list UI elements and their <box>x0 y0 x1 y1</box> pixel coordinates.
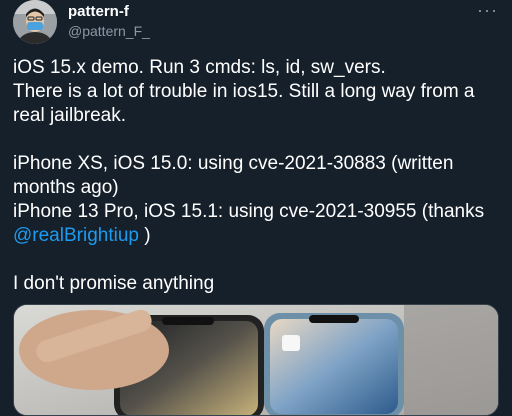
tweet-line: iPhone XS, iOS 15.0: using cve-2021-3088… <box>13 153 454 174</box>
avatar[interactable] <box>13 0 57 44</box>
avatar-image <box>13 0 57 44</box>
media-image[interactable] <box>13 304 499 416</box>
tweet-line: iOS 15.x demo. Run 3 cmds: ls, id, sw_ve… <box>13 57 386 78</box>
mention-link[interactable]: @realBrightiup <box>13 225 139 246</box>
tweet-line: real jailbreak. <box>13 105 126 126</box>
tweet-line: There is a lot of trouble in ios15. Stil… <box>13 81 475 102</box>
tweet-line: I don't promise anything <box>13 273 215 294</box>
tweet-line: iPhone 13 Pro, iOS 15.1: using cve-2021-… <box>13 201 485 222</box>
phones-photo <box>14 305 498 415</box>
tweet-line-mention: @realBrightiup ) <box>13 224 501 248</box>
tweet: pattern-f @pattern_F_ ··· iOS 15.x demo.… <box>0 0 512 416</box>
mention-suffix: ) <box>138 225 151 246</box>
tweet-text: iOS 15.x demo. Run 3 cmds: ls, id, sw_ve… <box>13 56 501 296</box>
tweet-line: months ago) <box>13 177 119 198</box>
author-handle[interactable]: @pattern_F_ <box>68 23 150 39</box>
more-options-icon[interactable]: ··· <box>477 0 498 21</box>
author-name[interactable]: pattern-f <box>68 3 129 20</box>
